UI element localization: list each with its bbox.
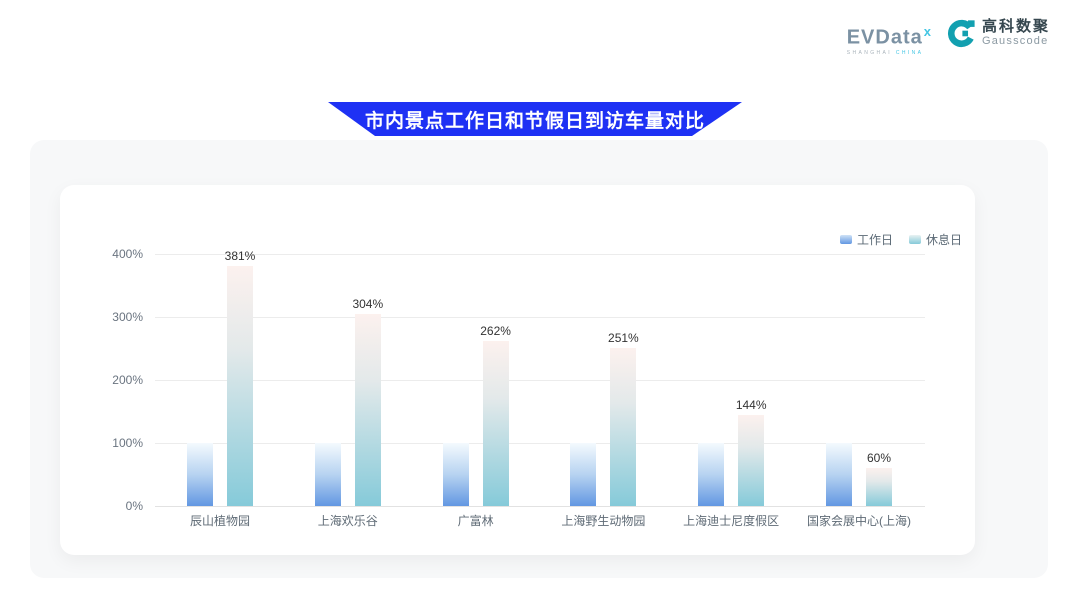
evdata-x-icon: x — [924, 24, 932, 39]
bar-value-label: 304% — [333, 297, 403, 311]
evdata-text: EVData — [847, 27, 923, 49]
bar-value-label: 381% — [205, 249, 275, 263]
gausscode-logo: 高科数聚 Gausscode — [946, 18, 1050, 48]
y-axis-tick: 100% — [83, 437, 143, 449]
gridline-300% — [155, 317, 925, 318]
y-axis-tick: 400% — [83, 248, 143, 260]
evdata-logo: EVDatax SHANGHAI CHINA — [847, 18, 932, 56]
bar-value-label: 144% — [716, 398, 786, 412]
bar-休息日-上海迪士尼度假区 — [738, 415, 764, 506]
gausscode-g-icon — [946, 18, 976, 48]
bar-休息日-广富林 — [483, 341, 509, 506]
gausscode-en-name: Gausscode — [982, 35, 1050, 48]
evdata-wordmark: EVDatax — [847, 22, 932, 48]
bar-工作日-广富林 — [443, 443, 469, 506]
bar-工作日-上海迪士尼度假区 — [698, 443, 724, 506]
bar-休息日-上海欢乐谷 — [355, 314, 381, 506]
bar-chart: 0%100%200%300%400%381%辰山植物园304%上海欢乐谷262%… — [60, 185, 975, 555]
chart-card: 0%100%200%300%400%381%辰山植物园304%上海欢乐谷262%… — [60, 185, 975, 555]
y-axis-tick: 0% — [83, 500, 143, 512]
header-logos: EVDatax SHANGHAI CHINA 高科数聚 Gausscode — [847, 18, 1050, 56]
y-axis-tick: 300% — [83, 311, 143, 323]
gridline-100% — [155, 443, 925, 444]
y-axis-tick: 200% — [83, 374, 143, 386]
bar-value-label: 251% — [588, 331, 658, 345]
legend-item-工作日[interactable]: 工作日 — [840, 231, 893, 248]
bar-休息日-辰山植物园 — [227, 266, 253, 506]
x-axis-category-label: 国家会展中心(上海) — [784, 514, 934, 528]
gridline-0% — [155, 506, 925, 507]
legend-label: 工作日 — [857, 231, 893, 248]
bar-value-label: 60% — [844, 451, 914, 465]
title-banner: 市内景点工作日和节假日到访车量对比 — [328, 102, 742, 136]
legend-label: 休息日 — [926, 231, 962, 248]
gausscode-cn-name: 高科数聚 — [982, 18, 1050, 35]
chart-panel: 0%100%200%300%400%381%辰山植物园304%上海欢乐谷262%… — [30, 140, 1048, 578]
page-title: 市内景点工作日和节假日到访车量对比 — [365, 106, 705, 133]
page: EVDatax SHANGHAI CHINA 高科数聚 Gausscode 市内… — [0, 0, 1080, 608]
evdata-tagline: SHANGHAI CHINA — [847, 50, 924, 56]
legend-item-休息日[interactable]: 休息日 — [909, 231, 962, 248]
bar-value-label: 262% — [461, 324, 531, 338]
gausscode-text: 高科数聚 Gausscode — [982, 18, 1050, 48]
legend-swatch-icon — [909, 235, 921, 244]
bar-工作日-上海欢乐谷 — [315, 443, 341, 506]
bar-工作日-上海野生动物园 — [570, 443, 596, 506]
bar-工作日-辰山植物园 — [187, 443, 213, 506]
chart-legend: 工作日 休息日 — [840, 231, 962, 248]
bar-休息日-国家会展中心(上海) — [866, 468, 892, 506]
legend-swatch-icon — [840, 235, 852, 244]
bar-休息日-上海野生动物园 — [610, 348, 636, 506]
gridline-200% — [155, 380, 925, 381]
